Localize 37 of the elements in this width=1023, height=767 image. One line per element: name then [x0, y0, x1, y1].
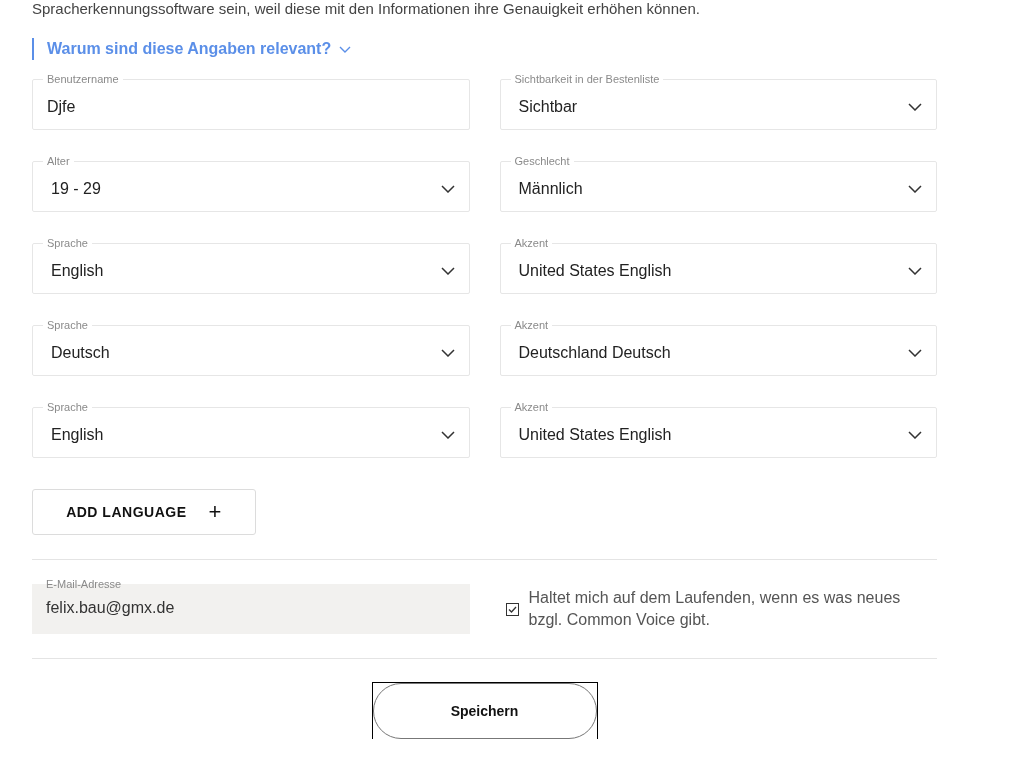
field-value: Djfe: [47, 96, 76, 117]
chevron-down-icon: [908, 348, 922, 357]
field-label: Sichtbarkeit in der Bestenliste: [510, 72, 664, 86]
field-value: English: [51, 260, 104, 281]
field-value: Männlich: [518, 178, 583, 199]
chevron-down-icon: [440, 430, 455, 439]
add-language-button[interactable]: ADD LANGUAGE +: [32, 489, 256, 535]
field-value: United States English: [518, 424, 672, 445]
chevron-down-icon: [908, 266, 922, 275]
field-label: Geschlecht: [510, 154, 574, 168]
field-label: Sprache: [43, 236, 92, 250]
save-button[interactable]: Speichern: [372, 683, 597, 739]
field-label: Akzent: [510, 400, 553, 414]
plus-icon: +: [208, 501, 222, 523]
chevron-down-icon: [440, 348, 455, 357]
intro-text: Spracherkennungssoftware sein, weil diese mit den Informationen ihre Genauigkeit erhöhen können.: [32, 0, 701, 18]
checkbox[interactable]: [505, 602, 519, 616]
field-label: Benutzername: [43, 72, 123, 86]
field-label: Sprache: [43, 400, 92, 414]
field-value: felix.bau@gmx.de: [46, 598, 175, 618]
chevron-down-icon: [440, 184, 455, 193]
field-value: 19 - 29: [51, 178, 101, 199]
field-label: Akzent: [510, 318, 553, 332]
newsletter-label: Haltet mich auf dem Laufenden, wenn es was neues bzgl. Common Voice gibt.: [528, 588, 902, 630]
field-label: Alter: [43, 154, 74, 168]
field-value: English: [51, 424, 104, 445]
field-value: Sichtbar: [518, 96, 578, 117]
field-label: Akzent: [510, 236, 553, 250]
chevron-down-icon: [908, 102, 922, 111]
field-value: Deutschland Deutsch: [518, 342, 671, 363]
chevron-down-icon: [440, 266, 455, 275]
chevron-down-icon: [908, 430, 922, 439]
field-label: Sprache: [43, 318, 92, 332]
field-value: Deutsch: [51, 342, 110, 363]
field-value: United States English: [518, 260, 672, 281]
chevron-down-icon: [908, 184, 922, 193]
chevron-down-icon: [339, 45, 352, 53]
